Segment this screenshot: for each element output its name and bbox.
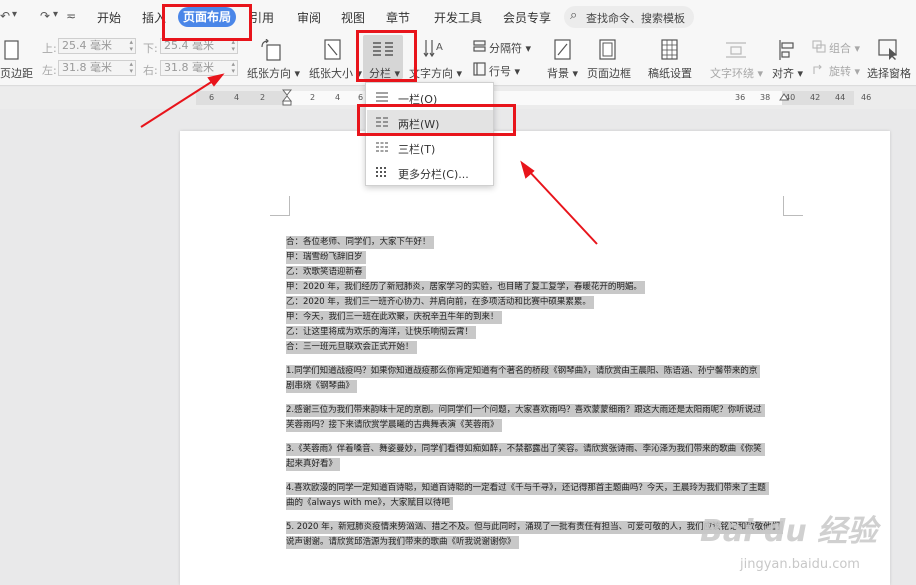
annotation-arrows — [140, 73, 598, 245]
annotation-arrow — [140, 78, 217, 128]
watermark-url: jingyan.baidu.com — [740, 557, 860, 572]
watermark-logo: Bai du 经验 — [700, 514, 878, 549]
annotation-arrowhead — [207, 73, 225, 87]
annotation-arrow — [527, 169, 598, 245]
